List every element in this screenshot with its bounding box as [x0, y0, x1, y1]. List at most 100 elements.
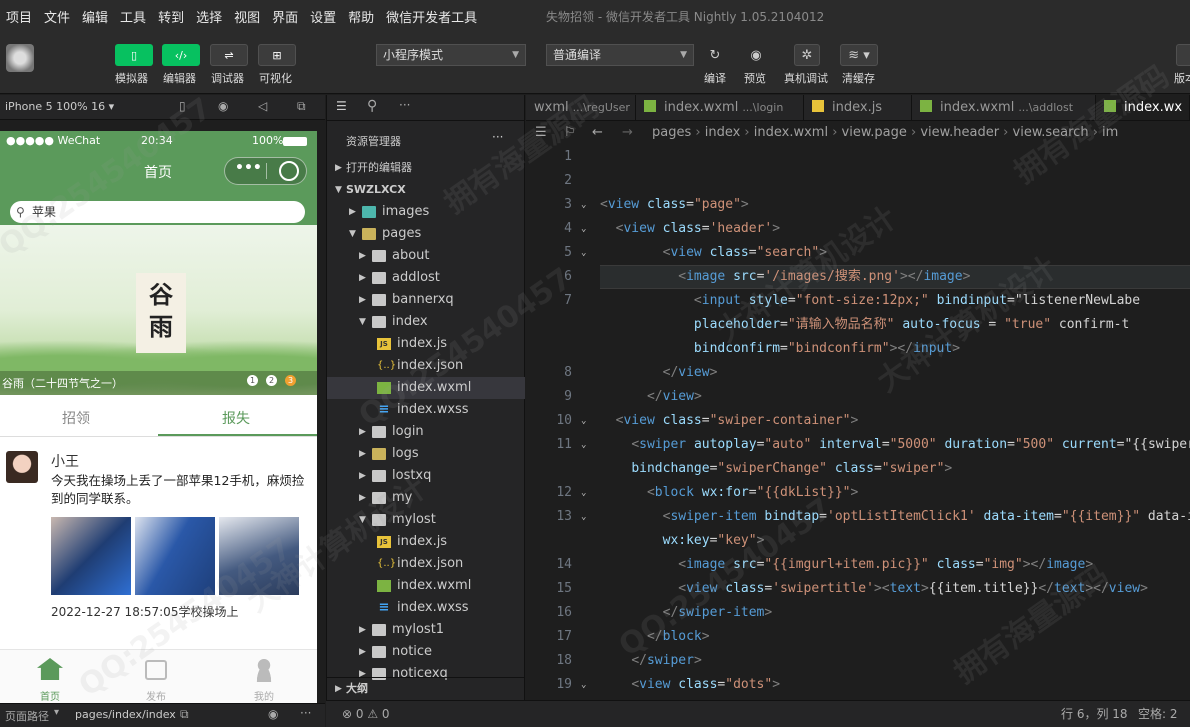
menu-item[interactable]: 文件 — [38, 7, 76, 26]
compile-mode-select[interactable]: 普通编译 ▼ — [546, 44, 694, 66]
tree-item-js[interactable]: JS index.js — [327, 333, 525, 355]
fold-chevron-icon[interactable]: ⌄ — [581, 505, 586, 529]
eye-icon[interactable]: ◉ — [268, 707, 278, 721]
tree-item-folder[interactable]: ▶ notice — [327, 641, 525, 663]
tree-item-json[interactable]: {..} index.json — [327, 355, 525, 377]
tree-item-folder[interactable]: ▶ lostxq — [327, 465, 525, 487]
menu-item[interactable]: 界面 — [266, 7, 304, 26]
fold-chevron-icon[interactable]: ⌄ — [581, 241, 586, 265]
post-photo-3[interactable] — [219, 517, 299, 595]
project-header[interactable]: ▼ SWZLXCX — [327, 179, 525, 201]
home-icon[interactable] — [37, 658, 63, 680]
editor-tab[interactable]: wxml ...\regUser — [526, 95, 636, 120]
breadcrumb-item[interactable]: index — [705, 125, 741, 140]
tabbar-my-label[interactable]: 我的 — [254, 688, 274, 703]
popout-icon[interactable]: ⧉ — [297, 99, 306, 114]
breadcrumb-item[interactable]: view.page — [842, 125, 907, 140]
tree-item-folder[interactable]: ▶ login — [327, 421, 525, 443]
fold-chevron-icon[interactable]: ⌄ — [581, 481, 586, 505]
tree-item-folder[interactable]: ▶ addlost — [327, 267, 525, 289]
capsule-menu[interactable]: ••• — [224, 157, 307, 185]
menu-item[interactable]: 项目 — [0, 7, 38, 26]
menu-item[interactable]: 转到 — [152, 7, 190, 26]
tree-item-folder[interactable]: ▶ my — [327, 487, 525, 509]
tree-item-folder[interactable]: ▼ index — [327, 311, 525, 333]
files-icon[interactable]: ☰ — [336, 99, 347, 113]
menu-item[interactable]: 编辑 — [76, 7, 114, 26]
tree-item-js[interactable]: JS index.js — [327, 531, 525, 553]
record-icon[interactable]: ◉ — [218, 99, 228, 113]
visual-toggle-button[interactable]: ⊞ — [258, 44, 296, 66]
tree-item-folder[interactable]: ▶ bannerxq — [327, 289, 525, 311]
more-icon[interactable]: ••• — [235, 160, 262, 176]
swiper-dot-1[interactable]: 1 — [247, 375, 258, 386]
problems-count[interactable]: ⊗ 0 ⚠ 0 — [342, 701, 390, 727]
menu-item[interactable]: 工具 — [114, 7, 152, 26]
fold-chevron-icon[interactable]: ⌄ — [581, 409, 586, 433]
volume-icon[interactable]: ◁ — [258, 99, 267, 113]
open-editors-header[interactable]: ▶ 打开的编辑器 — [327, 157, 525, 179]
tab-lost[interactable]: 报失 — [222, 408, 250, 428]
outline-header[interactable]: ▶ 大纲 — [327, 677, 525, 699]
phone-icon[interactable]: ▯ — [179, 99, 186, 113]
fold-chevron-icon[interactable]: ⌄ — [581, 433, 586, 457]
editor-tab[interactable]: index.wxml ...\addlost — [912, 95, 1096, 120]
editor-tab[interactable]: index.wx — [1096, 95, 1190, 120]
close-mini-icon[interactable] — [279, 161, 299, 181]
user-icon[interactable] — [253, 658, 275, 682]
publish-icon[interactable] — [145, 660, 167, 680]
tree-item-folder[interactable]: ▶ mylost1 — [327, 619, 525, 641]
mode-select[interactable]: 小程序模式 ▼ — [376, 44, 526, 66]
cursor-position[interactable]: 行 6，列 18 — [1061, 701, 1128, 727]
more-icon[interactable]: ··· — [300, 706, 311, 720]
tree-item-wxss[interactable]: ≡ index.wxss — [327, 597, 525, 619]
breadcrumb-item[interactable]: pages — [652, 125, 691, 140]
more-icon[interactable]: ··· — [399, 98, 410, 112]
tree-item-wxss[interactable]: ≡ index.wxss — [327, 399, 525, 421]
tree-item-folder[interactable]: ▶ images — [327, 201, 525, 223]
post-photo-1[interactable] — [51, 517, 131, 595]
preview-button[interactable]: ◉ — [743, 44, 769, 66]
tabbar-publish-label[interactable]: 发布 — [146, 688, 166, 703]
more-icon[interactable]: ··· — [492, 130, 503, 144]
debugger-toggle-button[interactable]: ⇌ — [210, 44, 248, 66]
breadcrumb-item[interactable]: view.header — [920, 125, 999, 140]
compile-button[interactable]: ↻ — [702, 44, 728, 66]
tree-item-folder[interactable]: ▼ mylost — [327, 509, 525, 531]
back-arrow-icon[interactable]: ← — [592, 121, 603, 145]
menu-item[interactable]: 微信开发者工具 — [380, 7, 483, 26]
bookmark-icon[interactable]: ⚐ — [564, 121, 576, 145]
fold-chevron-icon[interactable]: ⌄ — [581, 673, 586, 697]
search-icon[interactable]: ⚲ — [367, 98, 377, 114]
tabbar-home-label[interactable]: 首页 — [40, 688, 60, 703]
tree-item-folder[interactable]: ▶ about — [327, 245, 525, 267]
simulator-toggle-button[interactable]: ▯ — [115, 44, 153, 66]
tree-item-wxml[interactable]: index.wxml — [327, 575, 525, 597]
user-avatar[interactable] — [6, 44, 34, 72]
menu-item[interactable]: 帮助 — [342, 7, 380, 26]
forward-arrow-icon[interactable]: → — [622, 121, 633, 145]
list-icon[interactable]: ☰ — [535, 121, 547, 145]
device-select[interactable]: iPhone 5 100% 16 ▾ — [5, 100, 114, 113]
indent-setting[interactable]: 空格: 2 — [1138, 701, 1178, 727]
breadcrumb-item[interactable]: view.search — [1013, 125, 1089, 140]
version-button[interactable] — [1176, 44, 1190, 66]
copy-icon[interactable]: ⧉ — [180, 707, 189, 722]
tree-item-wxml[interactable]: index.wxml — [327, 377, 525, 399]
breadcrumb-item[interactable]: im — [1102, 125, 1118, 140]
post-card[interactable]: 小王 今天我在操场上丢了一部苹果12手机，麻烦捡到的同学联系。 2022-12-… — [0, 437, 317, 622]
tree-item-folder[interactable]: ▶ logs — [327, 443, 525, 465]
code-editor[interactable]: 1 2 3 ⌄ <view class="page"> 4 ⌄ <view class='h… — [526, 145, 1190, 700]
swiper-dot-3[interactable]: 3 — [285, 375, 296, 386]
editor-toggle-button[interactable]: ‹/› — [162, 44, 200, 66]
post-photo-2[interactable] — [135, 517, 215, 595]
search-input[interactable]: ⚲ 苹果 — [10, 201, 305, 223]
swiper-dot-2[interactable]: 2 — [266, 375, 277, 386]
tab-found[interactable]: 招领 — [62, 408, 90, 428]
editor-tab[interactable]: index.js — [804, 95, 912, 120]
banner-swiper[interactable]: 谷雨 谷雨（二十四节气之一） 1 2 3 — [0, 225, 317, 395]
menu-item[interactable]: 选择 — [190, 7, 228, 26]
chevron-down-icon[interactable]: ▾ — [54, 707, 59, 718]
clear-cache-button[interactable]: ≋ ▾ — [840, 44, 878, 66]
tree-item-json[interactable]: {..} index.json — [327, 553, 525, 575]
